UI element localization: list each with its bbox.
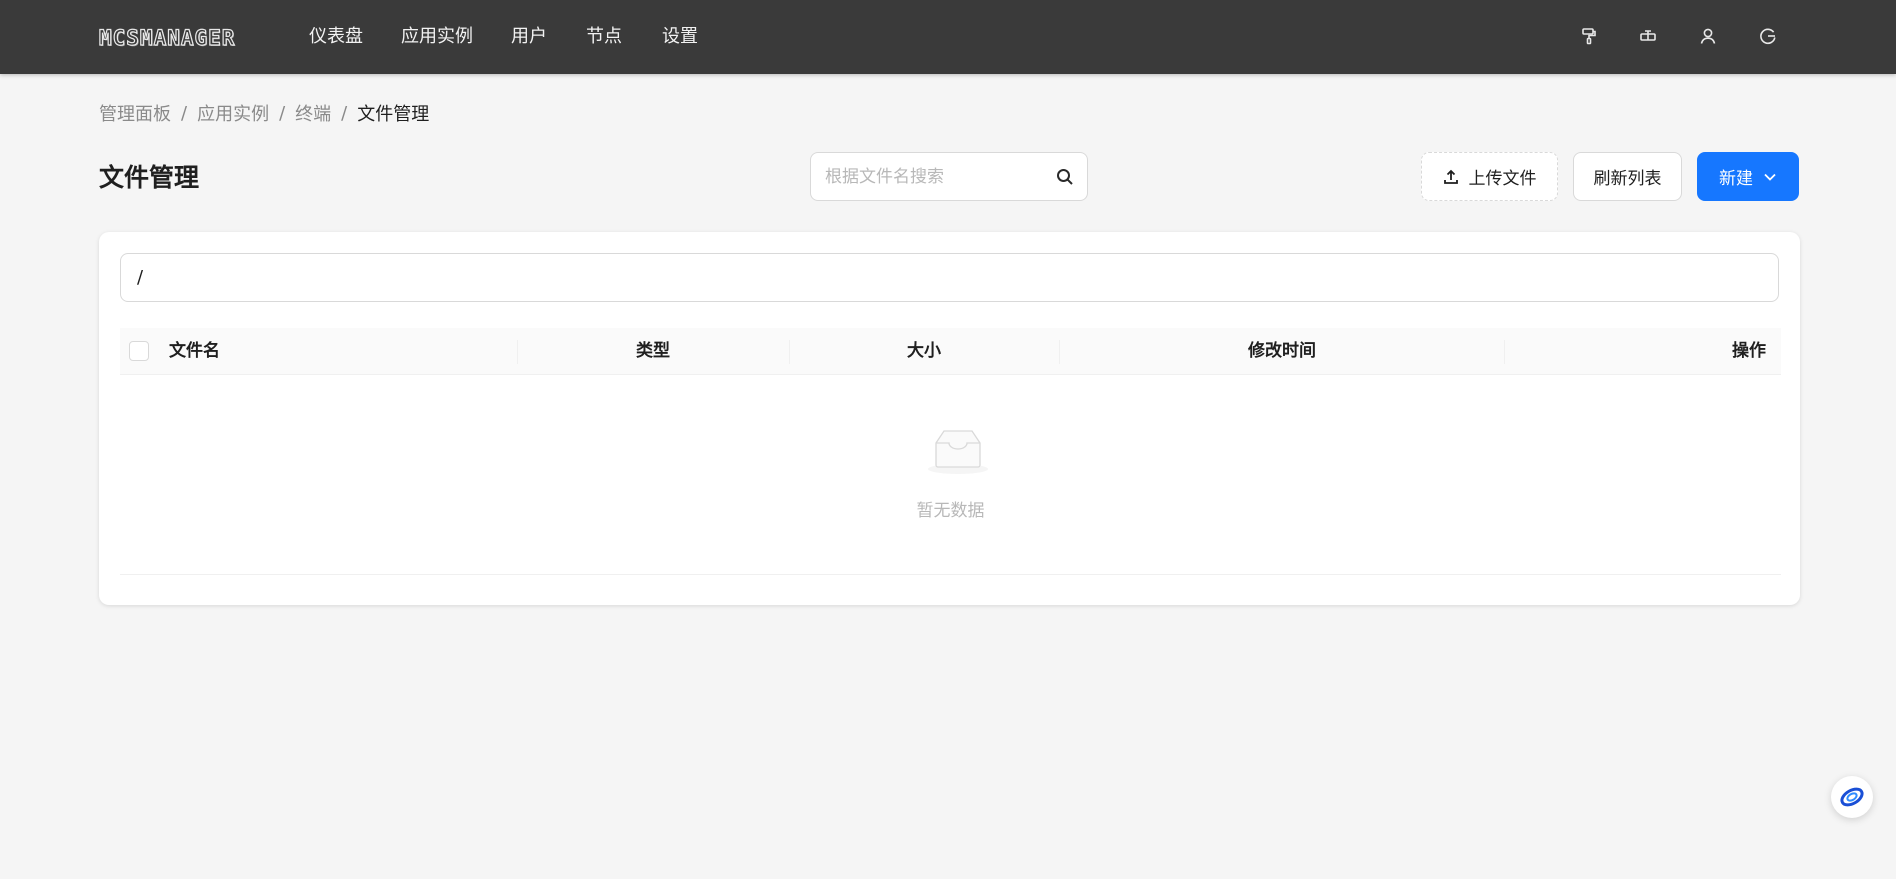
search-icon[interactable]	[1055, 167, 1075, 187]
upload-icon	[1443, 169, 1458, 184]
logout-icon[interactable]	[1757, 25, 1779, 47]
table-empty-state: 暂无数据	[120, 375, 1781, 575]
nav-item-nodes[interactable]: 节点	[586, 24, 622, 50]
nav-item-users[interactable]: 用户	[511, 24, 547, 50]
column-divider	[517, 340, 518, 364]
refresh-list-button[interactable]: 刷新列表	[1573, 152, 1682, 201]
floating-assistant-button[interactable]	[1831, 776, 1873, 818]
column-divider	[1504, 340, 1505, 364]
upload-file-button[interactable]: 上传文件	[1421, 152, 1558, 201]
column-header-filename[interactable]: 文件名	[169, 328, 220, 375]
breadcrumb-file-manager: 文件管理	[357, 104, 430, 125]
column-header-modified-time[interactable]: 修改时间	[1248, 328, 1316, 375]
column-header-size[interactable]: 大小	[907, 328, 941, 375]
empty-text: 暂无数据	[916, 501, 985, 521]
breadcrumb-terminal[interactable]: 终端	[295, 100, 331, 126]
nav-item-settings[interactable]: 设置	[662, 24, 698, 50]
chevron-down-icon	[1764, 173, 1776, 181]
search-box	[810, 152, 1088, 201]
paint-roller-icon[interactable]	[1578, 25, 1600, 47]
column-divider	[1059, 340, 1060, 364]
breadcrumb-instances[interactable]: 应用实例	[197, 100, 269, 126]
breadcrumb-separator: /	[181, 102, 188, 124]
layout-icon[interactable]	[1637, 25, 1659, 47]
path-input[interactable]	[120, 253, 1779, 302]
nav-item-instances[interactable]: 应用实例	[401, 24, 473, 50]
column-header-type[interactable]: 类型	[636, 328, 670, 375]
upload-file-label: 上传文件	[1468, 169, 1537, 189]
app-logo[interactable]: MCSMANAGER	[98, 25, 274, 50]
top-nav-bar: MCSMANAGER 仪表盘 应用实例 用户 节点 设置	[0, 0, 1896, 74]
search-input[interactable]	[825, 153, 1045, 200]
nav-item-dashboard[interactable]: 仪表盘	[309, 24, 363, 50]
breadcrumb-separator: /	[341, 102, 348, 124]
table-header: 文件名 类型 大小 修改时间 操作	[120, 328, 1781, 375]
page-title: 文件管理	[99, 163, 200, 192]
column-divider	[789, 340, 790, 364]
new-dropdown-button[interactable]: 新建	[1697, 152, 1799, 201]
breadcrumb: 管理面板 / 应用实例 / 终端 / 文件管理	[99, 100, 430, 126]
select-all-checkbox[interactable]	[129, 341, 149, 361]
new-label: 新建	[1719, 169, 1753, 189]
breadcrumb-dashboard[interactable]: 管理面板	[99, 100, 171, 126]
user-icon[interactable]	[1697, 25, 1719, 47]
refresh-list-label: 刷新列表	[1593, 169, 1662, 189]
empty-inbox-icon	[928, 430, 988, 474]
assistant-icon	[1840, 787, 1864, 807]
column-header-actions: 操作	[1732, 341, 1766, 361]
file-manager-card: 文件名 类型 大小 修改时间 操作 暂无数据	[99, 232, 1800, 605]
breadcrumb-separator: /	[279, 102, 286, 124]
